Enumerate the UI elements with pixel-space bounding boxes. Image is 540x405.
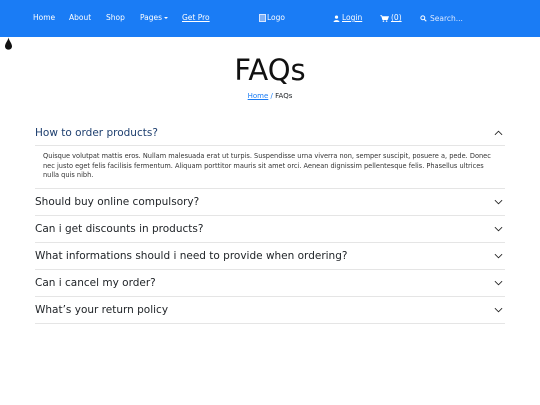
cart-icon xyxy=(380,14,389,22)
nav-dropdown-pages[interactable]: Pages xyxy=(140,13,169,23)
faq-item: Can i get discounts in products? xyxy=(35,216,505,243)
faq-question: What informations should i need to provi… xyxy=(35,249,348,262)
faq-accordion: How to order products? Quisque volutpat … xyxy=(35,120,505,324)
search-icon xyxy=(420,14,427,22)
breadcrumb-separator: / xyxy=(270,92,273,100)
chevron-down-icon xyxy=(494,199,503,205)
faq-item: Should buy online compulsory? xyxy=(35,189,505,216)
nav-link-home[interactable]: Home xyxy=(33,13,55,23)
logo[interactable]: Logo xyxy=(259,12,285,24)
cart-link[interactable]: (0) xyxy=(380,13,402,23)
nav-link-get-pro[interactable]: Get Pro xyxy=(182,13,210,23)
breadcrumb-current: FAQs xyxy=(275,92,293,100)
user-icon xyxy=(333,14,340,22)
faq-item: What informations should i need to provi… xyxy=(35,243,505,270)
faq-question: Can i cancel my order? xyxy=(35,276,156,289)
chevron-up-icon xyxy=(494,130,503,135)
faq-question-toggle[interactable]: What’s your return policy xyxy=(35,297,505,323)
broken-image-icon xyxy=(259,14,266,22)
chevron-down-icon xyxy=(494,280,503,286)
chevron-down-icon xyxy=(494,307,503,313)
search-input[interactable] xyxy=(430,12,510,24)
chevron-down-icon xyxy=(494,253,503,259)
breadcrumb-home-link[interactable]: Home xyxy=(248,92,269,100)
faq-question: What’s your return policy xyxy=(35,303,169,316)
faq-question: How to order products? xyxy=(35,126,158,139)
page-title: FAQs xyxy=(234,53,306,87)
nav-link-about[interactable]: About xyxy=(69,13,91,23)
login-link[interactable]: Login xyxy=(333,13,362,23)
faq-item: Can i cancel my order? xyxy=(35,270,505,297)
faq-answer: Quisque volutpat mattis eros. Nullam mal… xyxy=(43,152,491,180)
faq-question: Should buy online compulsory? xyxy=(35,195,200,208)
nav-link-shop[interactable]: Shop xyxy=(106,13,125,23)
faq-question-toggle[interactable]: How to order products? xyxy=(35,120,505,146)
logo-alt-text: Logo xyxy=(267,13,285,22)
nav-link-pages-label: Pages xyxy=(140,13,163,22)
faq-question: Can i get discounts in products? xyxy=(35,222,204,235)
drop-icon xyxy=(5,37,12,50)
faq-item: What’s your return policy xyxy=(35,297,505,324)
faq-question-toggle[interactable]: What informations should i need to provi… xyxy=(35,243,505,269)
faq-item: How to order products? Quisque volutpat … xyxy=(35,120,505,189)
caret-down-icon xyxy=(164,17,169,19)
navbar: Home About Shop Pages Get Pro Logo Login… xyxy=(0,0,540,37)
faq-question-toggle[interactable]: Should buy online compulsory? xyxy=(35,189,505,215)
faq-question-toggle[interactable]: Can i cancel my order? xyxy=(35,270,505,296)
cart-count: (0) xyxy=(391,13,402,22)
search-box[interactable] xyxy=(420,12,510,24)
login-label: Login xyxy=(342,13,363,22)
faq-question-toggle[interactable]: Can i get discounts in products? xyxy=(35,216,505,242)
chevron-down-icon xyxy=(494,226,503,232)
breadcrumb: Home / FAQs xyxy=(0,91,540,101)
